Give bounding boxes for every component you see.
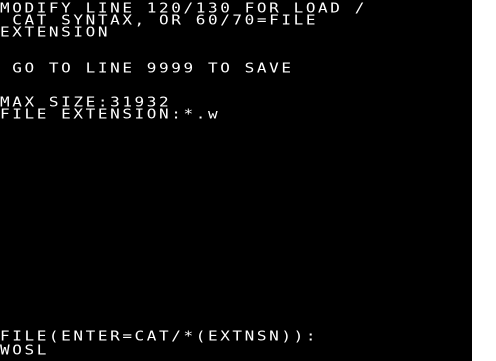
file-extension-line: FILE EXTENSION:*.w [0, 106, 221, 122]
instruction-line-3: EXTENSION [0, 24, 111, 40]
file-prompt-line: FILE(ENTER=CAT/*(EXTNSN)): [0, 328, 319, 344]
command-input-line[interactable]: WOSL [0, 344, 49, 357]
emulator-screen[interactable]: MODIFY LINE 120/130 FOR LOAD / CAT SYNTA… [0, 0, 472, 361]
save-instruction-line: GO TO LINE 9999 TO SAVE [0, 60, 294, 76]
